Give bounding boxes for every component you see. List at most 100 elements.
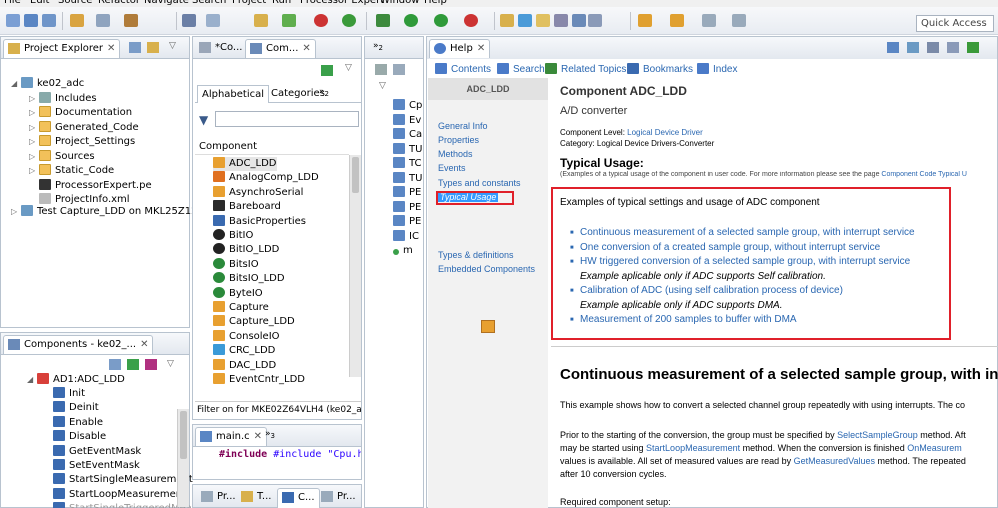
library-item[interactable]: DAC_LDD xyxy=(213,358,276,373)
tree-item[interactable]: ▷ Project_Settings xyxy=(29,135,135,149)
hammer-icon[interactable] xyxy=(124,14,138,27)
save-icon[interactable] xyxy=(24,14,38,27)
menu-file[interactable]: File xyxy=(4,0,21,6)
library-item[interactable]: EventCntr_LDD xyxy=(213,373,305,387)
example-link[interactable]: HW triggered conversion of a selected sa… xyxy=(580,256,910,267)
filter-icon[interactable] xyxy=(145,359,157,370)
tree-item[interactable]: ProcessorExpert.pe xyxy=(29,178,152,193)
tree-item[interactable]: ▷ Test Capture_LDD on MKL25Z128 xyxy=(11,205,204,219)
on-measurement-link[interactable]: OnMeasurem xyxy=(907,443,962,453)
pencil-icon[interactable] xyxy=(536,14,550,27)
forward-arrow-icon[interactable] xyxy=(670,14,684,27)
tab-main-c[interactable]: main.c ✕ xyxy=(195,427,268,446)
view-menu-icon[interactable]: ▽ xyxy=(167,359,174,369)
menu-source[interactable]: Source xyxy=(58,0,92,6)
add-component-icon[interactable] xyxy=(321,65,333,76)
bottom-tab[interactable]: Pr... xyxy=(197,488,240,508)
close-icon[interactable]: ✕ xyxy=(107,43,115,54)
help-toolbar-bookmarks[interactable]: Bookmarks xyxy=(627,63,693,75)
maximize-icon[interactable] xyxy=(967,42,979,53)
example-link[interactable]: Measurement of 200 samples to buffer wit… xyxy=(580,314,797,325)
tree-item[interactable]: ▷ Documentation xyxy=(29,106,132,120)
outline-item[interactable]: m xyxy=(393,244,413,258)
refresh-icon[interactable] xyxy=(342,14,356,27)
library-item[interactable]: BitsIO xyxy=(213,257,259,272)
library-item[interactable]: BitsIO_LDD xyxy=(213,272,285,286)
components-scrollbar[interactable] xyxy=(177,409,189,507)
folder-open-icon[interactable] xyxy=(500,14,514,27)
library-item[interactable]: AnalogComp_LDD xyxy=(213,171,319,185)
help-toolbar-search[interactable]: Search xyxy=(497,63,545,75)
menu-edit[interactable]: Edit xyxy=(30,0,49,6)
tab-project-explorer[interactable]: Project Explorer ✕ xyxy=(3,39,121,58)
subtab-alphabetical[interactable]: Alphabetical xyxy=(197,85,270,103)
help-nav-types-and-constants[interactable]: Types and constants xyxy=(438,178,521,188)
expand-arrow-icon[interactable]: ▷ xyxy=(29,164,37,178)
help-nav-methods[interactable]: Methods xyxy=(438,149,473,159)
editor-overflow[interactable]: »3 xyxy=(265,429,275,440)
library-item[interactable]: ConsoleIO xyxy=(213,329,280,344)
globe-icon[interactable] xyxy=(518,14,532,27)
outline-item[interactable]: PE xyxy=(393,186,421,200)
method-item[interactable]: Enable xyxy=(53,415,103,430)
example-link[interactable]: One conversion of a created sample group… xyxy=(580,242,880,253)
outline-overflow[interactable]: »2 xyxy=(373,41,383,52)
tab-components[interactable]: Components - ke02_... ✕ xyxy=(3,335,154,354)
view-menu-icon[interactable]: ▽ xyxy=(345,63,352,73)
outline-item[interactable]: Ev xyxy=(393,113,421,128)
close-icon[interactable]: ✕ xyxy=(254,431,262,442)
link-editor-icon[interactable] xyxy=(147,42,159,53)
expand-arrow-icon[interactable]: ▷ xyxy=(29,150,37,164)
help-toolbar-related-topics[interactable]: Related Topics xyxy=(545,63,626,75)
outline-item[interactable]: TC xyxy=(393,157,422,171)
close-icon[interactable]: ✕ xyxy=(302,43,310,54)
print-icon[interactable] xyxy=(927,42,939,53)
view-menu-icon[interactable]: ▽ xyxy=(379,81,386,91)
help-nav-types-definitions[interactable]: Types & definitions xyxy=(438,250,514,260)
method-item[interactable]: StartLoopMeasurement xyxy=(53,487,186,502)
close-icon[interactable]: ✕ xyxy=(477,43,485,54)
debug-config-icon[interactable] xyxy=(182,14,196,27)
outline-item[interactable]: IC xyxy=(393,229,419,244)
tab-components-library[interactable]: Com... ✕ xyxy=(245,39,316,58)
method-item[interactable]: Deinit xyxy=(53,401,99,415)
nav-forward-icon[interactable] xyxy=(732,14,746,27)
menu-processor-expert[interactable]: Processor Expert xyxy=(300,0,384,6)
level-link[interactable]: Logical Device Driver xyxy=(627,128,703,137)
method-item[interactable]: StartSingleMeasurement xyxy=(53,473,193,487)
outline-filter-icon[interactable] xyxy=(393,64,405,75)
view-menu-icon[interactable]: ▽ xyxy=(169,41,176,51)
tab-help[interactable]: Help ✕ xyxy=(429,39,491,58)
expand-arrow-icon[interactable]: ▷ xyxy=(29,121,37,135)
help-nav-properties[interactable]: Properties xyxy=(438,135,479,145)
bottom-tab[interactable]: C... xyxy=(277,488,320,508)
sync-icon[interactable] xyxy=(907,42,919,53)
tree-item[interactable]: ▷ Includes xyxy=(29,91,97,106)
help-toolbar-index[interactable]: Index xyxy=(697,63,737,75)
list-icon[interactable] xyxy=(572,14,586,27)
generate-code-icon[interactable] xyxy=(127,359,139,370)
method-item[interactable]: Disable xyxy=(53,430,106,444)
library-item[interactable]: BasicProperties xyxy=(213,214,306,229)
build-icon[interactable] xyxy=(70,14,84,27)
help-nav-events[interactable]: Events xyxy=(438,163,466,173)
example-link[interactable]: Continuous measurement of a selected sam… xyxy=(580,227,915,238)
tree-item[interactable]: ▷ Generated_Code xyxy=(29,120,139,135)
down-arrow-icon[interactable] xyxy=(588,14,602,27)
chip-icon[interactable] xyxy=(282,14,296,27)
menu-run[interactable]: Run xyxy=(272,0,291,6)
library-item[interactable]: AsynchroSerial xyxy=(213,185,303,200)
bottom-tab[interactable]: Pr... xyxy=(317,488,360,508)
outline-item[interactable]: Cp xyxy=(393,99,422,113)
component-root[interactable]: ◢ AD1:ADC_LDD xyxy=(27,373,125,387)
typical-code-link[interactable]: Component Code Typical U xyxy=(881,171,966,178)
window-icon[interactable] xyxy=(206,14,220,27)
settings-icon[interactable] xyxy=(96,14,110,27)
tree-item[interactable]: ◢ ke02_adc xyxy=(11,77,84,91)
outline-item[interactable]: PE xyxy=(393,200,421,215)
terminate-icon[interactable] xyxy=(464,14,478,27)
outline-item[interactable]: TU xyxy=(393,171,422,186)
library-item[interactable]: Capture xyxy=(213,301,269,315)
menu-help[interactable]: Help xyxy=(424,0,447,6)
example-link[interactable]: Calibration of ADC (using self calibrati… xyxy=(580,285,843,296)
